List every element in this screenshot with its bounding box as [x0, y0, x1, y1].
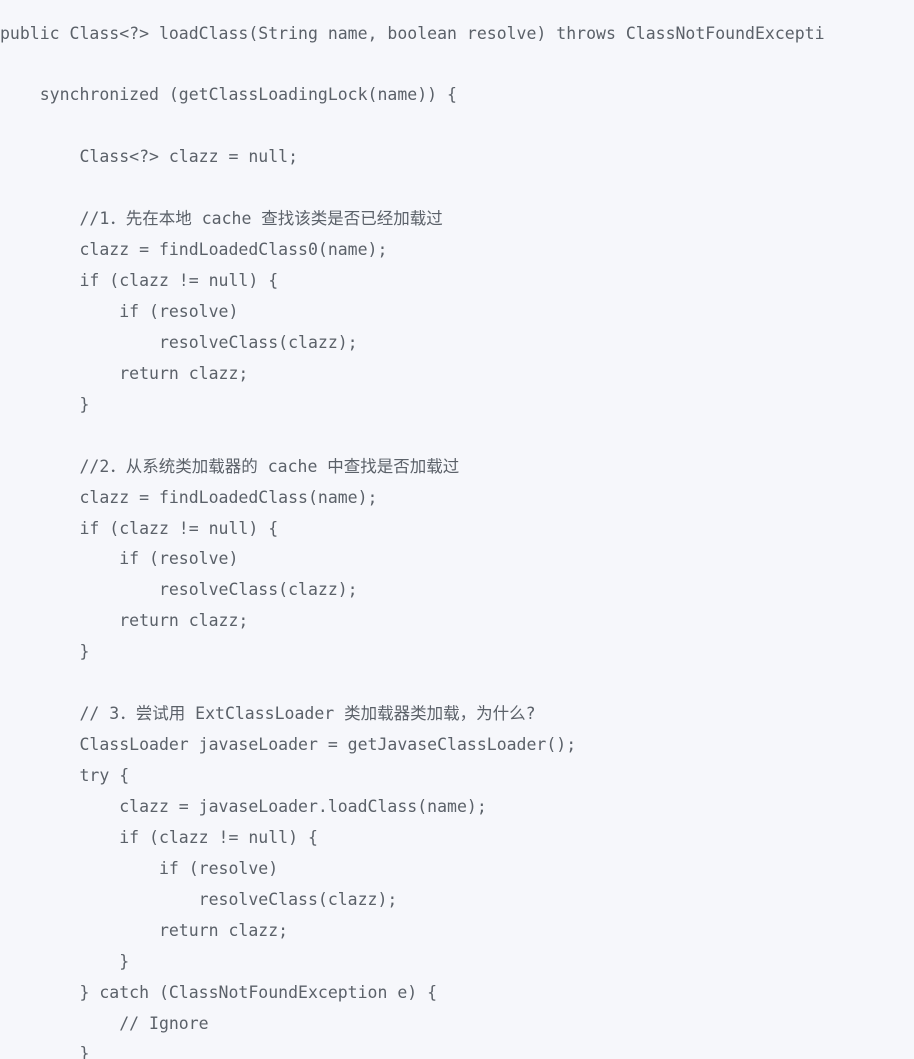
code-line: resolveClass(clazz); [0, 332, 358, 352]
code-line: } catch (ClassNotFoundException e) { [0, 982, 438, 1002]
code-line: // 3．尝试用 ExtClassLoader 类加载器类加载，为什么? [0, 704, 536, 724]
code-line: if (resolve) [0, 549, 239, 569]
code-line: if (clazz != null) { [0, 827, 318, 847]
code-line: } [0, 642, 90, 662]
code-line: } [0, 394, 90, 414]
code-line: clazz = findLoadedClass(name); [0, 487, 378, 507]
code-line: Class<?> clazz = null; [0, 147, 299, 167]
code-line: if (clazz != null) { [0, 518, 279, 538]
code-line-blank: ​ [0, 111, 914, 142]
code-line-blank: ​ [0, 49, 914, 80]
code-line: if (resolve) [0, 301, 239, 321]
code-line: //1．先在本地 cache 查找该类是否已经加载过 [0, 209, 443, 229]
code-line-blank: ​ [0, 173, 914, 204]
code-line: synchronized (getClassLoadingLock(name))… [0, 85, 457, 105]
code-line: try { [0, 766, 130, 785]
code-line: return clazz; [0, 920, 289, 940]
code-snippet-surface: public Class<?> loadClass(String name, b… [0, 0, 914, 1059]
code-line: clazz = javaseLoader.loadClass(name); [0, 796, 487, 816]
code-line: return clazz; [0, 611, 249, 631]
code-line: if (resolve) [0, 858, 279, 878]
code-line: resolveClass(clazz); [0, 889, 398, 909]
code-line: } [0, 1044, 90, 1059]
code-line: public Class<?> loadClass(String name, b… [0, 23, 825, 43]
code-line: ClassLoader javaseLoader = getJavaseClas… [0, 735, 577, 755]
code-line: } [0, 951, 130, 971]
code-line: return clazz; [0, 363, 249, 383]
code-line: // Ignore [0, 1013, 209, 1033]
code-line: if (clazz != null) { [0, 271, 279, 290]
code-line-blank: ​ [0, 421, 914, 452]
code-line-blank: ​ [0, 668, 914, 699]
code-line: //2．从系统类加载器的 cache 中查找是否加载过 [0, 456, 460, 476]
code-line: resolveClass(clazz); [0, 580, 358, 600]
code-line: clazz = findLoadedClass0(name); [0, 240, 388, 260]
code-block: public Class<?> loadClass(String name, b… [0, 17, 914, 1059]
